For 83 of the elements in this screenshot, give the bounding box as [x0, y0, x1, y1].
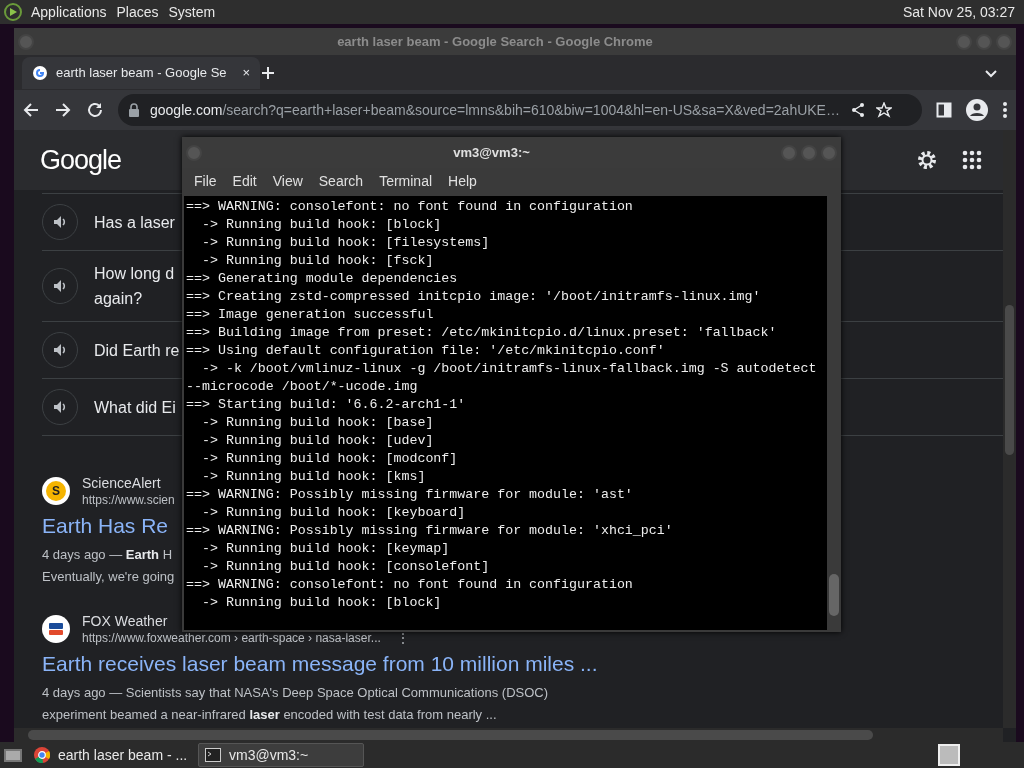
apps-grid-icon[interactable]	[962, 150, 982, 170]
result-title-link[interactable]: Earth receives laser beam message from 10 million miles ...	[42, 650, 598, 678]
site-name: ScienceAlert	[82, 474, 162, 492]
terminal-line: ==> Starting build: '6.6.2-arch1-1'	[186, 396, 467, 414]
menu-item[interactable]: View	[264, 170, 311, 192]
menu-item[interactable]: System	[163, 1, 221, 23]
menu-item[interactable]: Terminal	[371, 170, 441, 192]
settings-icon[interactable]	[916, 149, 938, 171]
result-snippet: 4 days ago — Scientists say that NASA's Deep Space Optical Communications (DSOC)	[42, 684, 549, 702]
terminal-line: ==> WARNING: consolefont: no font found in configuration	[186, 198, 634, 216]
question-text[interactable]: again?	[94, 286, 143, 311]
speaker-icon	[52, 278, 68, 294]
address-bar[interactable]: google.com/search?q=earth+laser+beam&source=lmns&bih=610&biw=1004&hl=en-US&sa=X&ved=2ahUKE…	[118, 94, 922, 126]
menu-item[interactable]: Edit	[224, 170, 265, 192]
terminal-line: ==> WARNING: Possibly missing firmware for module: 'xhci_pci'	[186, 522, 674, 540]
result-snippet: experiment beamed a near-infrared laser encoded with test data from nearly ...	[42, 706, 497, 724]
reload-icon[interactable]	[86, 101, 104, 119]
workspace-switcher-icon[interactable]	[938, 744, 960, 766]
speaker-icon	[52, 214, 68, 230]
terminal-line: -> Running build hook: [keyboard]	[200, 504, 467, 522]
terminal-line: ==> Creating zstd-compressed initcpio image: '/boot/initramfs-linux.img'	[186, 288, 762, 306]
share-icon[interactable]	[849, 102, 866, 118]
menu-item[interactable]: Search	[310, 170, 372, 192]
site-name: FOX Weather	[82, 612, 169, 630]
terminal-icon	[205, 748, 221, 762]
more-menu-icon[interactable]	[1002, 101, 1008, 119]
horizontal-scrollbar[interactable]	[14, 728, 1003, 742]
terminal-line: -> Running build hook: [base]	[200, 414, 435, 432]
terminal-line: -> Running build hook: [block]	[200, 594, 443, 612]
profile-icon[interactable]	[966, 99, 988, 121]
speaker-icon	[52, 342, 68, 358]
menu-item[interactable]: Applications	[26, 1, 112, 23]
result-title-link[interactable]: Earth Has Re	[42, 512, 169, 540]
back-icon[interactable]	[22, 101, 40, 119]
terminal-line: -> Running build hook: [block]	[200, 216, 443, 234]
terminal-line: -> Running build hook: [modconf]	[200, 450, 459, 468]
new-tab-icon[interactable]	[260, 64, 277, 81]
browser-tab[interactable]: earth laser beam - Google Se ×	[22, 56, 261, 89]
close-tab-button[interactable]: ×	[242, 62, 251, 83]
result-url: https://www.scien	[82, 492, 175, 508]
window-title: earth laser beam - Google Search - Google Chrome	[337, 32, 653, 51]
site-favicon-icon	[42, 615, 70, 643]
forward-icon[interactable]	[54, 101, 72, 119]
result-url: https://www.foxweather.com › earth-space › nasa-laser...	[82, 630, 381, 646]
terminal-line: ==> Generating module dependencies	[186, 270, 459, 288]
google-favicon-icon	[32, 64, 48, 81]
speaker-icon	[52, 399, 68, 415]
terminal-line: ==> Using default configuration file: '/etc/mkinitcpio.conf'	[186, 342, 666, 360]
window-title: vm3@vm3:~	[453, 143, 530, 162]
result-snippet: Eventually, we're going	[42, 568, 175, 586]
chrome-icon	[34, 747, 50, 763]
terminal-line: ==> WARNING: consolefont: no font found in configuration	[186, 576, 634, 594]
terminal-line: -> Running build hook: [udev]	[200, 432, 435, 450]
url-text: google.com/search?q=earth+laser+beam&source=lmns&bih=610&biw=1004&hl=en-US&sa=X&ved=2ahUKE…	[150, 100, 840, 120]
star-icon[interactable]	[875, 102, 892, 118]
result-menu-button[interactable]: ⋮	[396, 630, 409, 646]
terminal-scrollbar[interactable]	[827, 196, 841, 630]
favicon-letter: S	[46, 481, 66, 501]
result-snippet: 4 days ago — Earth H	[42, 546, 173, 564]
menu-item[interactable]: File	[186, 170, 225, 192]
terminal-line: --microcode /boot/*-ucode.img	[186, 378, 419, 396]
lock-icon	[128, 103, 140, 117]
terminal-line: ==> Image generation successful	[186, 306, 435, 324]
question-text[interactable]: What did Ei	[94, 394, 176, 420]
terminal-line: ==> WARNING: Possibly missing firmware for module: 'ast'	[186, 486, 634, 504]
question-text[interactable]: How long d	[94, 261, 175, 286]
side-panel-icon[interactable]	[936, 102, 952, 118]
terminal-line: -> Running build hook: [kms]	[200, 468, 427, 486]
terminal-line: -> Running build hook: [fsck]	[200, 252, 435, 270]
tab-label: earth laser beam - Google Se	[56, 63, 227, 82]
terminal-line: -> Running build hook: [consolefont]	[200, 558, 491, 576]
taskbar-item[interactable]: vm3@vm3:~	[198, 743, 364, 767]
question-text[interactable]: Has a laser	[94, 209, 175, 235]
google-logo[interactable]: Google	[40, 139, 122, 181]
terminal-line: -> Running build hook: [filesystems]	[200, 234, 491, 252]
menu-item[interactable]: Help	[440, 170, 485, 192]
menu-item[interactable]: Places	[111, 1, 164, 23]
taskbar-item[interactable]: earth laser beam - ...	[28, 743, 194, 767]
terminal-line: -> Running build hook: [keymap]	[200, 540, 451, 558]
terminal-line: -> -k /boot/vmlinuz-linux -g /boot/initramfs-linux-fallback.img -S autodetect	[200, 360, 818, 378]
terminal-line: ==> Building image from preset: /etc/mkinitcpio.d/linux.preset: 'fallback'	[186, 324, 778, 342]
question-text[interactable]: Did Earth re	[94, 337, 180, 363]
clock: Sat Nov 25, 03:27	[901, 2, 1016, 22]
